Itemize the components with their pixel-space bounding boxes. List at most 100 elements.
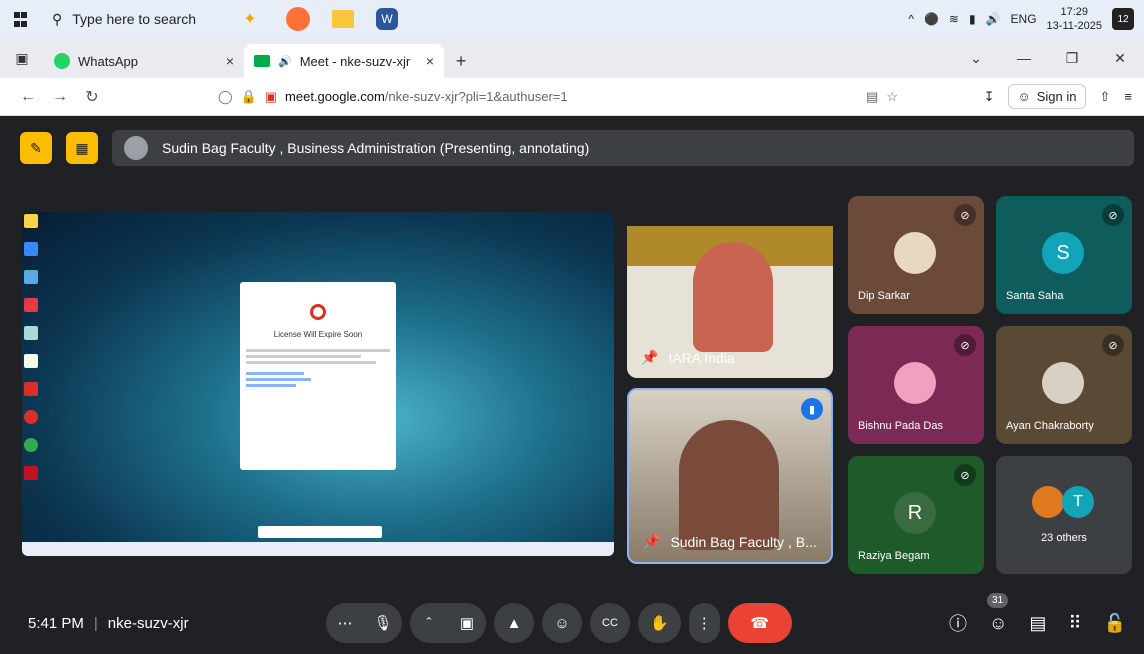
shared-taskbar <box>22 542 614 556</box>
license-dialog: License Will Expire Soon <box>240 282 396 470</box>
avatar-initial: S <box>1056 241 1070 264</box>
taskbar-clock[interactable]: 17:29 13-11-2025 <box>1047 5 1102 33</box>
copilot-sparkle-icon[interactable]: ✦ <box>236 5 264 33</box>
speaker-icon[interactable]: 🔊 <box>986 12 1001 26</box>
people-icon[interactable]: ☺ 31 <box>986 592 1009 634</box>
participant-tile-iara-india[interactable]: 📌 IARA India <box>627 202 833 378</box>
meeting-details-icon[interactable]: ⓘ <box>949 610 967 636</box>
mic-off-icon: ⊘ <box>954 464 976 486</box>
reload-icon[interactable]: ↻ <box>76 87 108 107</box>
permissions-icon[interactable]: ▣ <box>265 89 277 105</box>
captions-icon[interactable]: CC <box>590 603 630 643</box>
restore-window-button[interactable]: ❐ <box>1048 50 1096 67</box>
close-window-button[interactable]: ✕ <box>1096 50 1144 67</box>
microphone-icon[interactable]: 🎙 <box>364 614 402 632</box>
new-tab-button[interactable]: + <box>444 44 478 78</box>
speaking-indicator-icon: ▮ <box>801 398 823 420</box>
sign-in-button[interactable]: ☺ Sign in <box>1008 84 1086 109</box>
menu-icon[interactable]: ≡ <box>1124 89 1132 104</box>
taskbar-search[interactable]: ⚲ Type here to search <box>46 4 226 34</box>
desktop-icon <box>24 438 38 452</box>
participant-avatar <box>1042 362 1084 404</box>
presenter-text: Sudin Bag Faculty , Business Administrat… <box>162 140 590 156</box>
meeting-time: 5:41 PM <box>28 614 84 632</box>
wifi-icon[interactable]: ≋ <box>949 12 959 26</box>
tab-list-icon[interactable]: ▣ <box>0 38 44 78</box>
forward-icon[interactable]: → <box>44 88 76 106</box>
raise-hand-icon[interactable]: ✋ <box>638 603 681 643</box>
back-icon[interactable]: ← <box>12 88 44 106</box>
camera-icon[interactable]: ▣ <box>448 614 486 632</box>
participant-avatar: S <box>1042 232 1084 274</box>
presenting-banner: Sudin Bag Faculty , Business Administrat… <box>112 130 1134 166</box>
participant-name: Santa Saha <box>1006 290 1064 302</box>
pin-icon[interactable]: 📌 <box>643 533 660 550</box>
account-icon: ☺ <box>1017 89 1031 104</box>
desktop-icon <box>24 466 38 480</box>
clock-time: 17:29 <box>1060 6 1089 18</box>
participant-tile-bishnu-pada-das[interactable]: ⊘ Bishnu Pada Das <box>848 326 984 444</box>
license-dialog-title: License Will Expire Soon <box>273 330 363 339</box>
notification-badge[interactable]: 12 <box>1112 8 1134 30</box>
minimize-window-button[interactable]: — <box>1000 50 1048 66</box>
tab-meet[interactable]: 🔊 Meet - nke-suzv-xjr × <box>244 44 444 78</box>
activities-icon[interactable]: ⠿ <box>1068 613 1081 634</box>
emoji-reaction-icon[interactable]: ☺ <box>542 603 582 643</box>
chevron-up-icon[interactable]: ˆ <box>410 615 448 632</box>
participant-avatar <box>894 362 936 404</box>
desktop-icon <box>24 382 38 396</box>
close-tab-icon[interactable]: × <box>226 53 234 69</box>
shared-screen: License Will Expire Soon <box>22 212 614 556</box>
participant-tile-dip-sarkar[interactable]: ⊘ Dip Sarkar <box>848 196 984 314</box>
address-bar[interactable]: ◯ 🔒 ▣ meet.google.com/nke-suzv-xjr?pli=1… <box>218 82 898 112</box>
browser-navbar: ← → ↻ ◯ 🔒 ▣ meet.google.com/nke-suzv-xjr… <box>0 78 1144 116</box>
participant-tile-raziya-begam[interactable]: ⊘ R Raziya Begam <box>848 456 984 574</box>
clock-date: 13-11-2025 <box>1046 20 1102 32</box>
chat-icon[interactable]: ▤ <box>1029 613 1046 634</box>
participant-tile-ayan-chakraborty[interactable]: ⊘ Ayan Chakraborty <box>996 326 1132 444</box>
meeting-info: 5:41 PM | nke-suzv-xjr <box>28 614 189 632</box>
desktop-icon <box>24 410 38 424</box>
stop-annotating-icon[interactable]: ▦ <box>66 132 98 164</box>
tab-whatsapp[interactable]: WhatsApp × <box>44 44 244 78</box>
download-icon[interactable]: ↧ <box>984 89 995 105</box>
annotation-toggle-icon[interactable]: ✎ <box>20 132 52 164</box>
reader-view-icon[interactable]: ▤ <box>866 89 878 105</box>
bookmark-star-icon[interactable]: ☆ <box>886 89 898 105</box>
avatar-initial: R <box>907 501 923 524</box>
more-vert-icon[interactable]: ⋮ <box>688 603 720 643</box>
tab-overflow-chevron-icon[interactable]: ⌄ <box>952 50 1000 67</box>
host-controls-icon[interactable]: 🔓 <box>1104 613 1126 634</box>
close-tab-icon[interactable]: × <box>426 53 434 69</box>
pin-icon[interactable]: 📌 <box>641 349 658 366</box>
mic-off-icon: ⊘ <box>954 204 976 226</box>
word-icon[interactable]: W <box>376 8 398 30</box>
search-icon: ⚲ <box>52 10 63 27</box>
tab-title: Meet - nke-suzv-xjr <box>299 53 411 69</box>
firefox-icon[interactable] <box>286 7 310 31</box>
participant-tile-sudin-bag[interactable]: ▮ 📌 Sudin Bag Faculty , B... <box>627 388 833 564</box>
file-explorer-icon[interactable] <box>332 10 354 28</box>
presenter-avatar <box>124 136 148 160</box>
participant-name: Bishnu Pada Das <box>858 420 943 432</box>
mic-off-icon: ⊘ <box>954 334 976 356</box>
windows-taskbar: ⚲ Type here to search ✦ W ^ ⚫ ≋ ▮ 🔊 ENG … <box>0 0 1144 38</box>
more-options-icon[interactable]: ⋯ <box>326 614 364 632</box>
shared-desktop-icons <box>24 214 94 480</box>
present-screen-icon[interactable]: ▲ <box>494 603 534 643</box>
lock-icon[interactable]: 🔒 <box>241 89 257 105</box>
taskbar-search-placeholder: Type here to search <box>72 11 197 27</box>
shield-icon[interactable]: ◯ <box>218 89 233 105</box>
microphone-tray-icon: ⚫ <box>923 12 939 26</box>
participant-name: Ayan Chakraborty <box>1006 420 1094 432</box>
chevron-up-icon[interactable]: ^ <box>908 12 914 26</box>
whatsapp-icon <box>54 53 70 69</box>
audio-playing-icon[interactable]: 🔊 <box>278 55 292 68</box>
share-icon[interactable]: ⇧ <box>1100 89 1111 105</box>
leave-call-button[interactable]: ☎ <box>727 603 792 643</box>
participant-tile-santa-saha[interactable]: ⊘ S Santa Saha <box>996 196 1132 314</box>
participant-tile-others[interactable]: T 23 others <box>996 456 1132 574</box>
windows-start-icon[interactable] <box>0 0 38 38</box>
language-indicator[interactable]: ENG <box>1011 12 1037 26</box>
participant-video <box>679 420 779 550</box>
